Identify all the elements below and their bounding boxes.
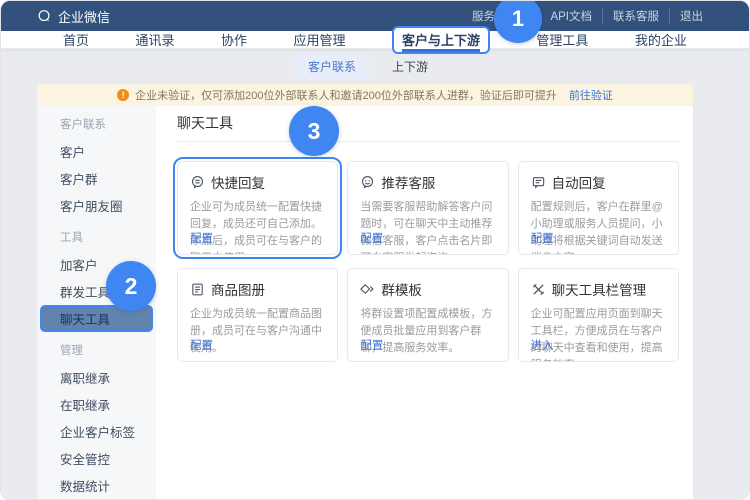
group-template-icon (360, 282, 375, 297)
card-product-album: 商品图册 企业为成员统一配置商品图册，成员可在与客户沟通中使用。 配置 (177, 268, 338, 362)
nav-item-collaboration[interactable]: 协作 (221, 30, 247, 49)
card-head: 快捷回复 (190, 172, 325, 192)
nav-item-my-company[interactable]: 我的企业 (635, 30, 687, 49)
contact-support-link[interactable]: 联系客服 (602, 8, 669, 24)
sidebar-item-customer-groups[interactable]: 客户群 (37, 165, 156, 192)
card-recommend-service: 推荐客服 当需要客服帮助解答客户问题时，可在聊天中主动推荐微信客服，客户点击名片… (347, 161, 508, 255)
recommend-service-icon (360, 175, 375, 190)
card-auto-reply: 自动回复 配置规则后，客户在群里@小助理或服务人员提问，小助理将根据关键词自动发… (518, 161, 679, 255)
main-panel: 聊天工具 快捷回复 (156, 106, 693, 500)
sidebar-item-customer-tags[interactable]: 企业客户标签 (37, 418, 156, 445)
product-album-icon (190, 282, 205, 297)
card-title: 商品图册 (211, 279, 265, 299)
main-nav: 首页 通讯录 协作 应用管理 客户与上下游 管理工具 我的企业 (1, 31, 749, 49)
sidebar-item-customers[interactable]: 客户 (37, 138, 156, 165)
sidebar-item-security-control[interactable]: 安全管控 (37, 445, 156, 472)
nav-item-admin-tools[interactable]: 管理工具 (536, 30, 588, 49)
card-title: 自动回复 (552, 172, 606, 192)
card-desc: 配置规则后，客户在群里@小助理或服务人员提问，小助理将根据关键词自动发送消息内容… (531, 199, 666, 255)
sidebar-group-management: 管理 离职继承 在职继承 企业客户标签 安全管控 数据统计 (37, 342, 156, 499)
card-desc: 企业可为成员统一配置快捷回复，成员还可自己添加。添加后，成员可在与客户的聊天中使… (190, 199, 325, 255)
enter-link[interactable]: 进入 (531, 337, 554, 353)
annotation-badge-2: 2 (106, 261, 156, 311)
banner-text: 企业未验证，仅可添加200位外部联系人和邀请200位外部联系人进群，验证后即可提… (135, 87, 557, 103)
annotation-badge-3: 3 (289, 106, 339, 156)
nav-item-contacts[interactable]: 通讯录 (135, 30, 174, 49)
sidebar-group-header: 工具 (37, 229, 156, 247)
sidebar-item-onjob-inheritance[interactable]: 在职继承 (37, 391, 156, 418)
warning-icon: ! (117, 89, 129, 101)
tab-customer-contact[interactable]: 客户联系 (294, 54, 370, 79)
configure-link[interactable]: 配置 (360, 337, 383, 353)
title-divider (177, 141, 679, 142)
card-chat-toolbar: 聊天工具栏管理 企业可配置应用页面到聊天工具栏，方便成员在与客户的聊天中查看和使… (518, 268, 679, 362)
quick-reply-icon (190, 175, 205, 190)
auto-reply-icon (531, 175, 546, 190)
logout-link[interactable]: 退出 (669, 8, 713, 24)
card-desc: 企业可配置应用页面到聊天工具栏，方便成员在与客户的聊天中查看和使用，提高服务效率… (531, 306, 666, 362)
card-quick-reply: 快捷回复 企业可为成员统一配置快捷回复，成员还可自己添加。添加后，成员可在与客户… (177, 161, 338, 255)
configure-link[interactable]: 配置 (190, 337, 213, 353)
sidebar-item-customer-moments[interactable]: 客户朋友圈 (37, 192, 156, 219)
card-desc: 当需要客服帮助解答客户问题时，可在聊天中主动推荐微信客服，客户点击名片即可向客服… (360, 199, 495, 255)
go-verify-link[interactable]: 前往验证 (569, 87, 613, 103)
card-title: 聊天工具栏管理 (552, 279, 647, 299)
chat-bubble-logo-icon (37, 9, 52, 24)
logo-text: 企业微信 (58, 7, 110, 26)
card-title: 推荐客服 (381, 172, 435, 192)
card-head: 群模板 (360, 279, 495, 299)
card-group-template: 群模板 将群设置项配置成模板，方便成员批量应用到客户群聊，提高服务效率。 配置 (347, 268, 508, 362)
sidebar-group-header: 管理 (37, 342, 156, 360)
card-title: 群模板 (381, 279, 422, 299)
api-docs-link[interactable]: API文档 (539, 8, 602, 24)
sidebar-item-resigned-inheritance[interactable]: 离职继承 (37, 364, 156, 391)
card-head: 自动回复 (531, 172, 666, 192)
feature-cards-grid: 快捷回复 企业可为成员统一配置快捷回复，成员还可自己添加。添加后，成员可在与客户… (177, 161, 679, 362)
sidebar-group-customer-contact: 客户联系 客户 客户群 客户朋友圈 (37, 116, 156, 219)
tab-updownstream[interactable]: 上下游 (384, 54, 436, 79)
card-title: 快捷回复 (211, 172, 265, 192)
configure-link[interactable]: 配置 (190, 230, 213, 246)
annotation-ring-nav: 客户与上下游 (392, 26, 490, 54)
nav-item-label: 客户与上下游 (402, 33, 480, 52)
card-head: 商品图册 (190, 279, 325, 299)
chat-toolbar-icon (531, 282, 546, 297)
verification-warning-banner: ! 企业未验证，仅可添加200位外部联系人和邀请200位外部联系人进群，验证后即… (37, 84, 693, 106)
configure-link[interactable]: 配置 (360, 230, 383, 246)
subtabs: 客户联系 上下游 (37, 49, 693, 84)
nav-item-home[interactable]: 首页 (63, 30, 89, 49)
wecom-logo[interactable]: 企业微信 (37, 7, 110, 26)
card-head: 聊天工具栏管理 (531, 279, 666, 299)
app-window: 企业微信 服务商后台 API文档 联系客服 退出 首页 通讯录 协作 应用管理 … (0, 0, 750, 500)
top-header: 企业微信 服务商后台 API文档 联系客服 退出 (1, 1, 749, 31)
page-title: 聊天工具 (177, 113, 679, 133)
configure-link[interactable]: 配置 (531, 230, 554, 246)
card-head: 推荐客服 (360, 172, 495, 192)
sidebar-group-header: 客户联系 (37, 116, 156, 134)
nav-item-app-management[interactable]: 应用管理 (293, 30, 345, 49)
sidebar-item-statistics[interactable]: 数据统计 (37, 472, 156, 499)
nav-item-customers-updownstream[interactable]: 客户与上下游 (392, 26, 490, 54)
